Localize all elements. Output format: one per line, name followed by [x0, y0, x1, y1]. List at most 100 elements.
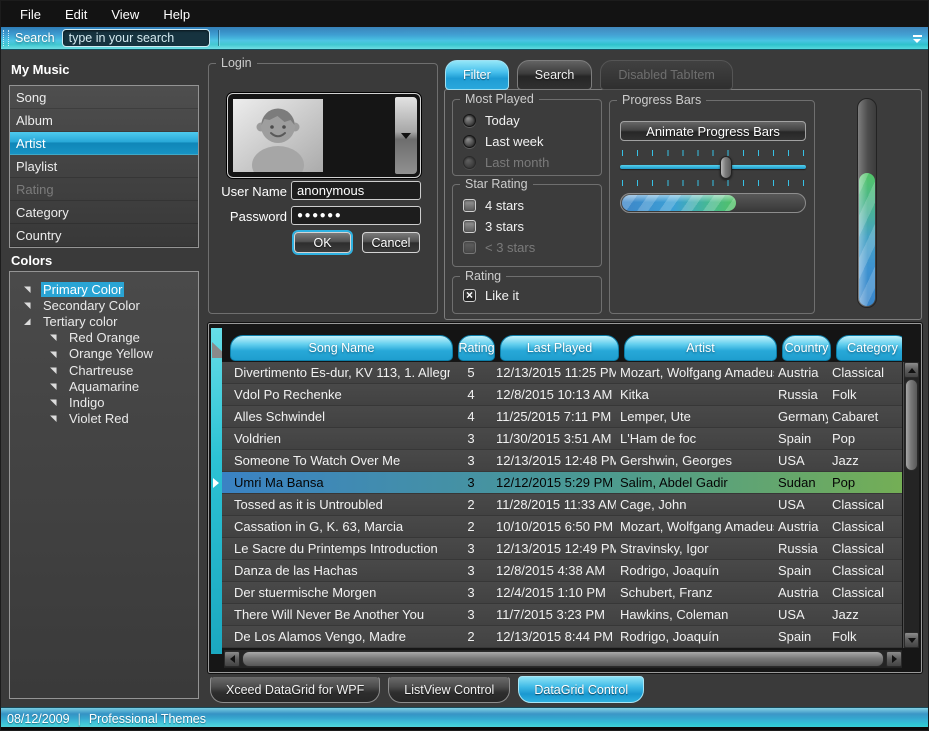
- cell-rating: 3: [450, 541, 492, 556]
- checkbox-3-stars[interactable]: 3 stars: [463, 216, 595, 237]
- tree-node-tertiary-color[interactable]: ◢Tertiary color: [10, 313, 198, 329]
- scroll-left-button[interactable]: [224, 651, 240, 667]
- vertical-scrollbar[interactable]: [903, 362, 919, 648]
- cell-song-name: Danza de las Hachas: [222, 563, 450, 578]
- ok-button[interactable]: OK: [294, 232, 351, 253]
- column-header-artist[interactable]: Artist: [624, 335, 777, 361]
- password-field[interactable]: [291, 206, 421, 225]
- tree-collapsed-icon[interactable]: ◥: [24, 285, 34, 294]
- horizontal-scrollbar[interactable]: [224, 650, 902, 668]
- table-row[interactable]: Umri Ma Bansa312/12/2015 5:29 PMSalim, A…: [222, 472, 902, 494]
- music-item-playlist[interactable]: Playlist: [10, 155, 198, 178]
- column-header-country[interactable]: Country: [782, 335, 831, 361]
- table-row[interactable]: Danza de las Hachas312/8/2015 4:38 AMRod…: [222, 560, 902, 582]
- tree-collapsed-icon[interactable]: ◥: [50, 382, 60, 391]
- menu-file[interactable]: File: [9, 4, 52, 25]
- table-row[interactable]: Tossed as it is Untroubled211/28/2015 11…: [222, 494, 902, 516]
- cell-category: Pop: [828, 475, 902, 490]
- table-row[interactable]: Le Sacre du Printemps Introduction312/13…: [222, 538, 902, 560]
- checkbox-icon: ×: [463, 289, 476, 302]
- cell-country: Spain: [774, 629, 828, 644]
- login-group-title: Login: [216, 56, 257, 70]
- table-row[interactable]: Alles Schwindel411/25/2015 7:11 PMLemper…: [222, 406, 902, 428]
- tree-collapsed-icon[interactable]: ◥: [50, 333, 60, 342]
- tree-node-orange-yellow[interactable]: ◥Orange Yellow: [10, 346, 198, 362]
- tree-node-chartreuse[interactable]: ◥Chartreuse: [10, 362, 198, 378]
- tree-collapsed-icon[interactable]: ◥: [50, 366, 60, 375]
- radio-today[interactable]: Today: [463, 110, 595, 131]
- music-item-album[interactable]: Album: [10, 109, 198, 132]
- avatar-combobox[interactable]: [227, 93, 421, 178]
- table-row[interactable]: There Will Never Be Another You311/7/201…: [222, 604, 902, 626]
- tree-node-indigo[interactable]: ◥Indigo: [10, 394, 198, 410]
- menu-view[interactable]: View: [100, 4, 150, 25]
- bottom-tab-xceed-datagrid-for-wpf[interactable]: Xceed DataGrid for WPF: [210, 676, 380, 703]
- slider-track[interactable]: [620, 165, 806, 169]
- column-header-rating[interactable]: Rating: [458, 335, 495, 361]
- most-played-options: TodayLast weekLast month: [463, 110, 595, 173]
- bottom-tab-datagrid-control[interactable]: DataGrid Control: [518, 676, 644, 703]
- table-row[interactable]: Der stuermische Morgen312/4/2015 1:10 PM…: [222, 582, 902, 604]
- person-avatar-icon: [233, 99, 323, 172]
- table-row[interactable]: Someone To Watch Over Me312/13/2015 12:4…: [222, 450, 902, 472]
- tab-filter[interactable]: Filter: [445, 60, 509, 90]
- cancel-button[interactable]: Cancel: [362, 232, 420, 253]
- scroll-down-button[interactable]: [904, 632, 919, 648]
- scroll-up-button[interactable]: [904, 362, 919, 378]
- scroll-right-button[interactable]: [886, 651, 902, 667]
- table-row[interactable]: Vdol Po Rechenke412/8/2015 10:13 AMKitka…: [222, 384, 902, 406]
- music-item-category[interactable]: Category: [10, 201, 198, 224]
- tree-node-aquamarine[interactable]: ◥Aquamarine: [10, 378, 198, 394]
- table-row[interactable]: Cassation in G, K. 63, Marcia210/10/2015…: [222, 516, 902, 538]
- bottom-tab-listview-control[interactable]: ListView Control: [388, 676, 510, 703]
- tree-collapsed-icon[interactable]: ◥: [50, 398, 60, 407]
- tree-collapsed-icon[interactable]: ◥: [24, 301, 34, 310]
- toolbar-separator: [218, 30, 219, 46]
- tree-node-violet-red[interactable]: ◥Violet Red: [10, 411, 198, 427]
- vertical-scroll-thumb[interactable]: [905, 379, 918, 471]
- cell-category: Classical: [828, 497, 902, 512]
- table-row[interactable]: De Los Alamos Vengo, Madre212/13/2015 8:…: [222, 626, 902, 648]
- cell-category: Cabaret: [828, 409, 902, 424]
- cell-rating: 4: [450, 409, 492, 424]
- music-item-country[interactable]: Country: [10, 224, 198, 247]
- status-separator: |: [78, 712, 81, 726]
- horizontal-progress-fill: [622, 195, 736, 211]
- cell-last-played: 12/13/2015 11:25 PM: [492, 365, 616, 380]
- vertical-progress-bar: [857, 98, 877, 308]
- column-header-last-played[interactable]: Last Played: [500, 335, 619, 361]
- music-item-song[interactable]: Song: [10, 86, 198, 109]
- menu-help[interactable]: Help: [152, 4, 201, 25]
- table-row[interactable]: Voldrien311/30/2015 3:51 AML'Ham de focS…: [222, 428, 902, 450]
- cell-rating: 3: [450, 475, 492, 490]
- toolbar-overflow-icon[interactable]: [913, 35, 922, 44]
- toolbar-grip-handle[interactable]: [3, 30, 9, 46]
- avatar-dropdown-button[interactable]: [395, 97, 417, 174]
- username-field[interactable]: [291, 181, 421, 200]
- tree-node-primary-color[interactable]: ◥Primary Color: [10, 281, 198, 297]
- column-header-category[interactable]: Category: [836, 335, 902, 361]
- checkbox-4-stars[interactable]: 4 stars: [463, 195, 595, 216]
- column-header-song-name[interactable]: Song Name: [230, 335, 453, 361]
- radio-last-week[interactable]: Last week: [463, 131, 595, 152]
- most-played-group: Most Played TodayLast weekLast month: [452, 99, 602, 176]
- colors-title: Colors: [11, 253, 52, 268]
- volume-slider[interactable]: [620, 158, 806, 178]
- slider-thumb[interactable]: [720, 156, 732, 179]
- menu-edit[interactable]: Edit: [54, 4, 98, 25]
- tree-node-red-orange[interactable]: ◥Red Orange: [10, 330, 198, 346]
- tree-collapsed-icon[interactable]: ◥: [50, 350, 60, 359]
- checkbox-like-it[interactable]: ×Like it: [463, 285, 595, 306]
- horizontal-scroll-thumb[interactable]: [242, 651, 884, 667]
- music-item-artist[interactable]: Artist: [10, 132, 198, 155]
- tree-node-secondary-color[interactable]: ◥Secondary Color: [10, 297, 198, 313]
- animate-progress-button[interactable]: Animate Progress Bars: [620, 121, 806, 141]
- tree-expanded-icon[interactable]: ◢: [24, 317, 34, 326]
- tab-search[interactable]: Search: [517, 60, 593, 90]
- cell-rating: 3: [450, 607, 492, 622]
- table-row[interactable]: Divertimento Es-dur, KV 113, 1. Allegro5…: [222, 362, 902, 384]
- search-input[interactable]: [62, 29, 210, 47]
- cell-rating: 2: [450, 497, 492, 512]
- cell-category: Jazz: [828, 607, 902, 622]
- tree-collapsed-icon[interactable]: ◥: [50, 414, 60, 423]
